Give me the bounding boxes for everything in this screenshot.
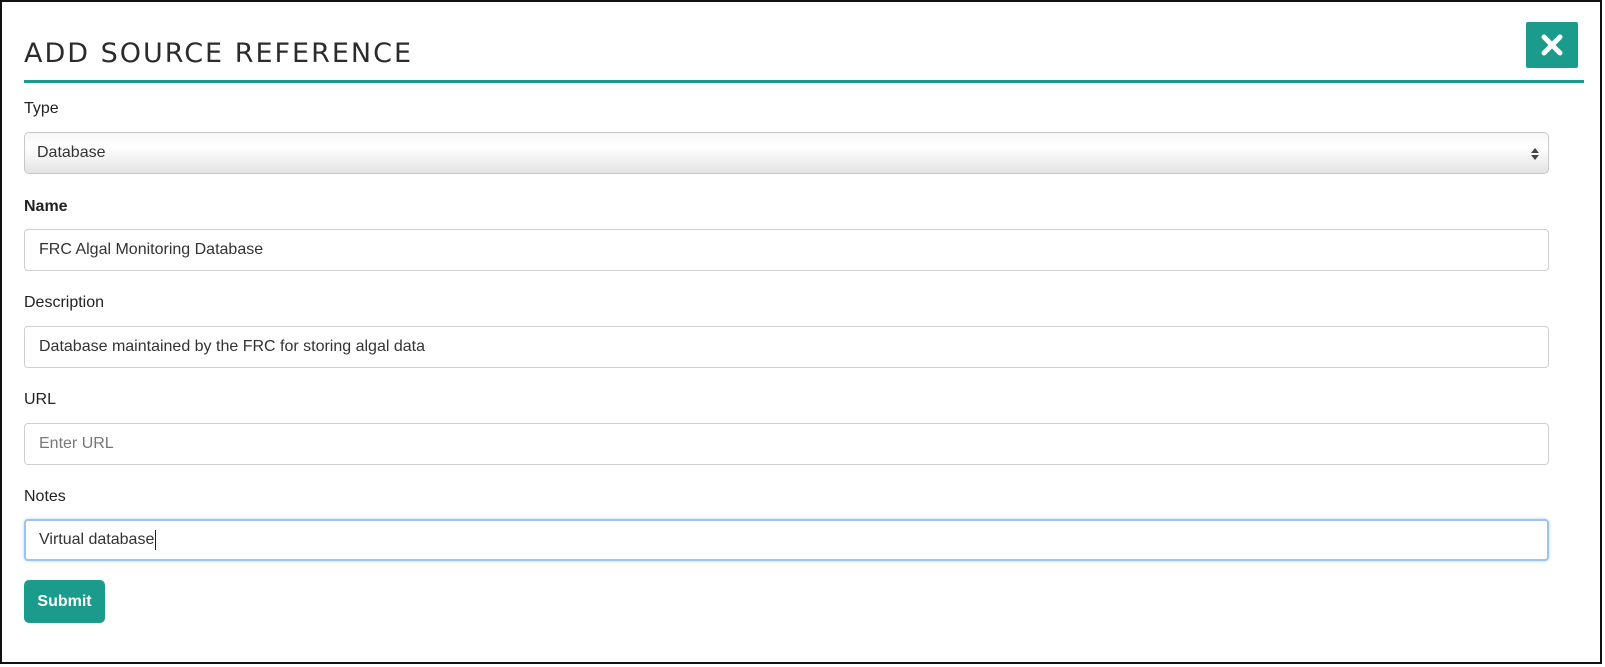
close-button[interactable] xyxy=(1526,22,1578,68)
notes-input-value: Virtual database xyxy=(39,531,155,548)
url-input[interactable]: Enter URL xyxy=(24,423,1549,465)
submit-button[interactable]: Submit xyxy=(24,580,105,623)
notes-label: Notes xyxy=(24,488,66,505)
name-input[interactable]: FRC Algal Monitoring Database xyxy=(24,229,1549,271)
dialog-header: ADD SOURCE REFERENCE xyxy=(24,20,1584,83)
type-label: Type xyxy=(24,100,59,117)
type-select[interactable]: Database xyxy=(24,132,1549,174)
select-updown-arrows-icon xyxy=(1531,148,1539,160)
description-label: Description xyxy=(24,294,105,311)
dialog-title: ADD SOURCE REFERENCE xyxy=(24,38,414,69)
name-input-value: FRC Algal Monitoring Database xyxy=(39,241,264,258)
name-label: Name xyxy=(24,198,68,215)
type-select-value: Database xyxy=(37,144,106,161)
url-label: URL xyxy=(24,391,57,408)
text-caret xyxy=(155,530,157,550)
notes-input[interactable]: Virtual database xyxy=(24,519,1549,561)
close-x-icon xyxy=(1541,34,1563,56)
url-input-placeholder: Enter URL xyxy=(39,435,114,452)
description-input-value: Database maintained by the FRC for stori… xyxy=(39,338,425,355)
add-source-reference-dialog: ADD SOURCE REFERENCE Type Database Name … xyxy=(24,20,1584,623)
dialog-frame: ADD SOURCE REFERENCE Type Database Name … xyxy=(0,0,1602,664)
description-input[interactable]: Database maintained by the FRC for stori… xyxy=(24,326,1549,368)
